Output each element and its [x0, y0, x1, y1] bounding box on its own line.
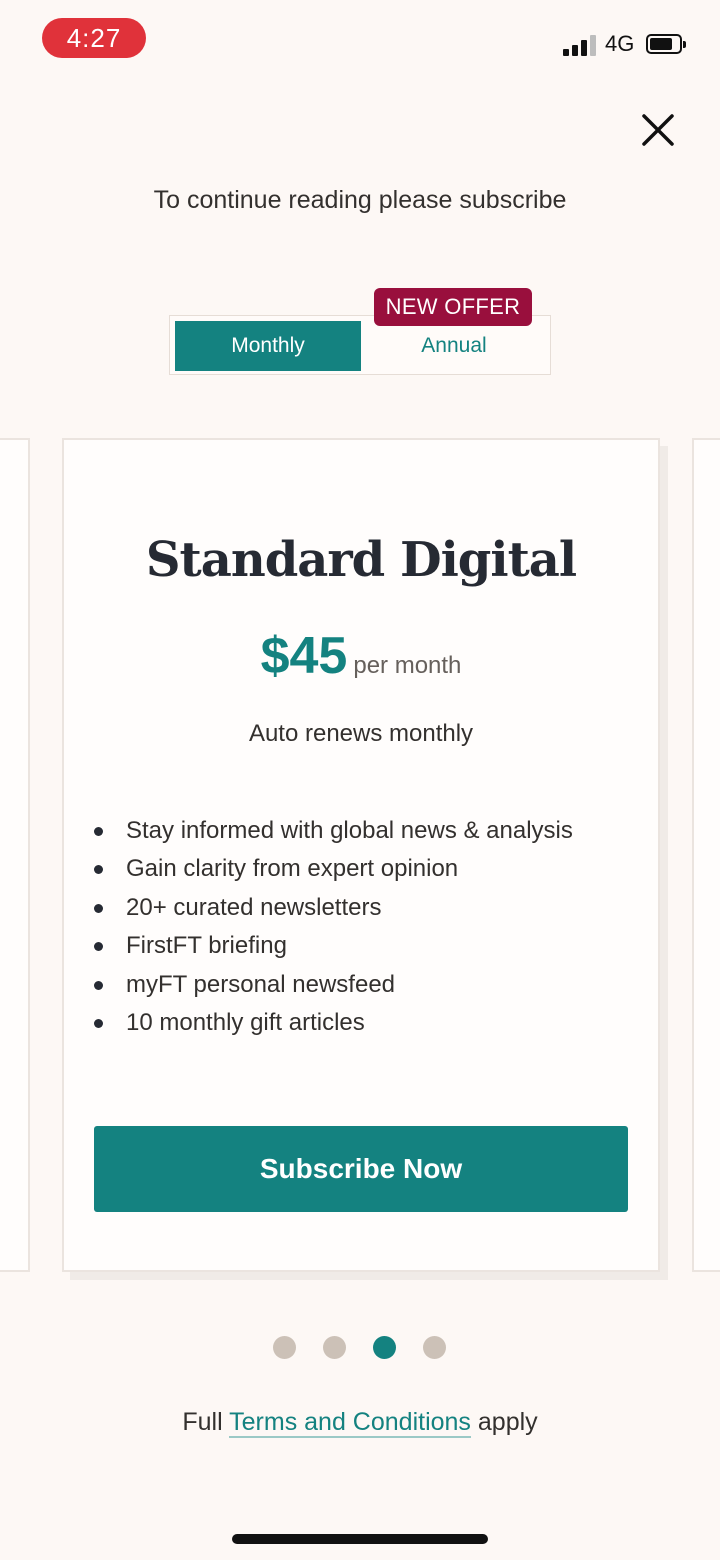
pagination-dot[interactable]: [323, 1336, 346, 1359]
carousel-pagination: [273, 1336, 447, 1360]
terms-prefix: Full: [182, 1408, 223, 1436]
feature-text: myFT personal newsfeed: [126, 970, 396, 998]
subscribe-prompt: To continue reading please subscribe: [153, 186, 567, 214]
network-type: 4G: [605, 31, 635, 56]
subscription-screen: 4:27 4G To continue reading please subsc…: [0, 0, 720, 1560]
feature-item: 10 monthly gift articles: [92, 1004, 573, 1042]
new-offer-badge: NEW OFFER: [374, 288, 532, 326]
price-row: $45 per month: [64, 626, 658, 686]
plan-name: Standard Digital: [145, 532, 577, 588]
pagination-dot[interactable]: [273, 1336, 296, 1359]
feature-text: 10 monthly gift articles: [126, 1009, 365, 1037]
next-plan-card[interactable]: [692, 438, 720, 1272]
battery-icon: [646, 34, 686, 54]
bullet-icon: [94, 827, 103, 836]
renewal-note: Auto renews monthly: [248, 720, 474, 747]
feature-item: FirstFT briefing: [92, 927, 573, 965]
status-time[interactable]: 4:27: [42, 18, 146, 58]
close-button[interactable]: [636, 108, 680, 152]
signal-bars-icon: [563, 34, 597, 56]
bullet-icon: [94, 865, 103, 875]
pagination-dot[interactable]: [423, 1336, 446, 1359]
feature-text: Stay informed with global news & analysi…: [126, 817, 573, 844]
feature-text: 20+ curated newsletters: [126, 893, 382, 921]
feature-item: myFT personal newsfeed: [92, 966, 573, 1004]
plan-card: Standard Digital $45 per month Auto renew…: [62, 438, 660, 1272]
feature-text: FirstFT briefing: [126, 932, 287, 960]
bullet-icon: [94, 1019, 103, 1029]
feature-text: Gain clarity from expert opinion: [126, 855, 459, 883]
toggle-annual[interactable]: Annual: [361, 321, 547, 371]
pagination-dot-active[interactable]: [373, 1336, 396, 1359]
bullet-icon: [94, 942, 103, 952]
home-indicator[interactable]: [232, 1534, 488, 1544]
feature-item: Gain clarity from expert opinion: [92, 850, 573, 888]
previous-plan-card[interactable]: [0, 438, 30, 1272]
plan-price: $45: [260, 627, 348, 685]
feature-list: Stay informed with global news & analysi…: [92, 812, 573, 1042]
terms-link[interactable]: Terms and Conditions: [229, 1408, 471, 1438]
terms-suffix: apply: [477, 1408, 538, 1436]
subscribe-now-button[interactable]: Subscribe Now: [94, 1126, 628, 1212]
price-period: per month: [353, 652, 462, 679]
terms-notice: Full Terms and Conditions apply: [0, 1408, 720, 1438]
status-bar: 4:27 4G: [0, 0, 720, 80]
bullet-icon: [94, 980, 103, 990]
feature-item: 20+ curated newsletters: [92, 889, 573, 927]
feature-item: Stay informed with global news & analysi…: [92, 812, 573, 850]
bullet-icon: [94, 903, 103, 913]
toggle-monthly[interactable]: Monthly: [175, 321, 361, 371]
close-icon: [642, 114, 674, 146]
